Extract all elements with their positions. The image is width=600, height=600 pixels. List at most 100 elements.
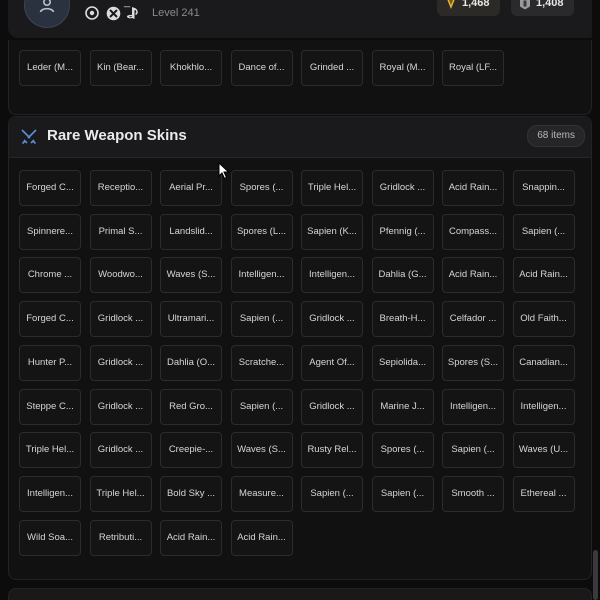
skin-tile[interactable]: Spores (... <box>371 432 434 469</box>
skin-tile[interactable]: Kin (Bear... <box>89 50 152 86</box>
skin-tile[interactable]: Gridlock ... <box>371 170 434 206</box>
scrollbar-track[interactable] <box>592 0 600 600</box>
linked-platforms <box>84 5 142 21</box>
skin-tile[interactable]: Sapien (... <box>230 388 293 425</box>
ubisoft-icon <box>84 5 100 21</box>
skin-tile[interactable]: Royal (LF... <box>442 50 504 86</box>
skin-tile[interactable]: Waves (S... <box>160 257 222 294</box>
skin-tile[interactable]: Acid Rain... <box>230 519 293 556</box>
skin-tile[interactable]: Triple Hel... <box>19 432 81 469</box>
skin-tile[interactable]: Intelligen... <box>512 388 575 425</box>
skin-tile[interactable]: Snappin... <box>512 170 575 206</box>
skin-tile[interactable]: Hunter P... <box>19 344 81 381</box>
skin-tile[interactable]: Triple Hel... <box>89 475 152 512</box>
renown-icon <box>447 0 455 9</box>
skin-tile[interactable]: Royal (M... <box>371 50 434 86</box>
skin-tile[interactable]: Triple Hel... <box>301 170 363 206</box>
skin-tile[interactable]: Primal S... <box>89 213 152 250</box>
profile-header: _ Level 241 1,468 1,408 <box>8 0 598 38</box>
skin-tile[interactable]: Scratche... <box>230 344 293 381</box>
skin-tile[interactable]: Celfador ... <box>442 301 504 338</box>
skin-tile[interactable]: Old Faith... <box>512 301 575 338</box>
renown-value: 1,468 <box>462 0 490 9</box>
playstation-icon <box>126 5 142 21</box>
skin-tile[interactable]: Intelligen... <box>301 257 363 294</box>
skin-tile[interactable]: Sapien (... <box>371 475 434 512</box>
skin-tile[interactable]: Gridlock ... <box>89 388 152 425</box>
xbox-icon <box>105 5 121 21</box>
skin-tile[interactable]: Measure... <box>230 475 293 512</box>
skin-tile[interactable]: Sepiolida... <box>371 344 434 381</box>
skin-tile[interactable]: Intelligen... <box>230 257 293 294</box>
skin-tile[interactable]: Wild Soa... <box>19 519 81 556</box>
skin-tile[interactable]: Sapien (... <box>301 475 363 512</box>
skin-tile[interactable]: Receptio... <box>89 170 152 206</box>
skin-tile[interactable]: Creepie-... <box>160 432 222 469</box>
skin-tile[interactable]: Retributi... <box>89 519 152 556</box>
skin-tile[interactable]: Leder (M... <box>19 50 81 86</box>
skin-tile[interactable]: Pfennig (... <box>371 213 434 250</box>
skin-tile[interactable]: Breath-H... <box>371 301 434 338</box>
skin-tile[interactable]: Waves (S... <box>230 432 293 469</box>
skin-tile[interactable]: Dahlia (G... <box>371 257 434 294</box>
skin-tile[interactable]: Red Gro... <box>160 388 222 425</box>
skin-tile[interactable]: Acid Rain... <box>512 257 575 294</box>
skin-tile[interactable]: Gridlock ... <box>301 388 363 425</box>
skin-tile[interactable]: Gridlock ... <box>89 301 152 338</box>
skin-tile[interactable]: Forged C... <box>19 170 81 206</box>
skin-tile[interactable]: Gridlock ... <box>89 432 152 469</box>
skin-tile[interactable]: Dance of... <box>230 50 293 86</box>
skin-tile[interactable]: Aerial Pr... <box>160 170 222 206</box>
skin-tile[interactable]: Bold Sky ... <box>160 475 222 512</box>
skin-tile[interactable]: Agent Of... <box>301 344 363 381</box>
credits-value: 1,408 <box>536 0 564 9</box>
skin-tile[interactable]: Sapien (K... <box>301 213 363 250</box>
section-title: Rare Weapon Skins <box>47 127 187 144</box>
skin-tile[interactable]: Intelligen... <box>442 388 504 425</box>
skin-tile[interactable]: Ultramari... <box>160 301 222 338</box>
avatar[interactable] <box>24 0 70 28</box>
skin-tile[interactable]: Rusty Rel... <box>301 432 363 469</box>
skin-tile[interactable]: Intelligen... <box>19 475 81 512</box>
scrollbar-thumb[interactable] <box>593 550 598 600</box>
skin-tile[interactable]: Smooth ... <box>442 475 504 512</box>
renown-balance: 1,468 <box>437 0 500 16</box>
skin-tile[interactable]: Khokhlo... <box>160 50 222 86</box>
crossed-swords-icon <box>21 129 37 145</box>
skin-tile[interactable]: Gridlock ... <box>89 344 152 381</box>
skin-tile[interactable]: Gridlock ... <box>301 301 363 338</box>
credits-balance: 1,408 <box>511 0 574 16</box>
mouse-cursor-icon <box>218 162 230 180</box>
skin-tile[interactable]: Spores (L... <box>230 213 293 250</box>
next-section-header[interactable] <box>8 588 592 600</box>
skin-tile[interactable]: Sapien (... <box>512 213 575 250</box>
skin-tile[interactable]: Sapien (... <box>442 432 504 469</box>
skin-tile[interactable]: Grinded ... <box>301 50 363 86</box>
skin-tile[interactable]: Ethereal ... <box>512 475 575 512</box>
inventory-page: _ Level 241 1,468 1,408 Leder (M... Kin … <box>0 0 600 600</box>
credits-icon <box>520 0 530 9</box>
section-header[interactable]: Rare Weapon Skins 68 items <box>9 117 591 158</box>
skin-tile[interactable]: Spores (S... <box>442 344 504 381</box>
skin-tile[interactable]: Canadian... <box>512 344 575 381</box>
skin-tile[interactable]: Spores (... <box>230 170 293 206</box>
skin-tile[interactable]: Compass... <box>442 213 504 250</box>
user-icon <box>39 0 55 13</box>
skin-tile[interactable]: Marine J... <box>371 388 434 425</box>
skin-tile[interactable]: Acid Rain... <box>442 257 504 294</box>
skin-tile[interactable]: Forged C... <box>19 301 81 338</box>
skin-tile[interactable]: Waves (U... <box>512 432 575 469</box>
skin-tile[interactable]: Spinnere... <box>19 213 81 250</box>
player-level: Level 241 <box>152 7 200 19</box>
item-count-badge: 68 items <box>527 125 585 147</box>
skin-tile[interactable]: Acid Rain... <box>160 519 222 556</box>
previous-skins-section: Leder (M... Kin (Bear... Khokhlo... Dance o… <box>8 40 592 115</box>
skin-tile[interactable]: Landslid... <box>160 213 222 250</box>
skin-tile[interactable]: Chrome ... <box>19 257 81 294</box>
skin-tile[interactable]: Woodwo... <box>89 257 152 294</box>
rare-weapon-skins-section: Rare Weapon Skins 68 items Forged C... Re… <box>8 116 592 580</box>
skin-tile[interactable]: Steppe C... <box>19 388 81 425</box>
skin-tile[interactable]: Sapien (... <box>230 301 293 338</box>
skin-tile[interactable]: Acid Rain... <box>442 170 504 206</box>
skin-tile[interactable]: Dahlia (O... <box>160 344 222 381</box>
